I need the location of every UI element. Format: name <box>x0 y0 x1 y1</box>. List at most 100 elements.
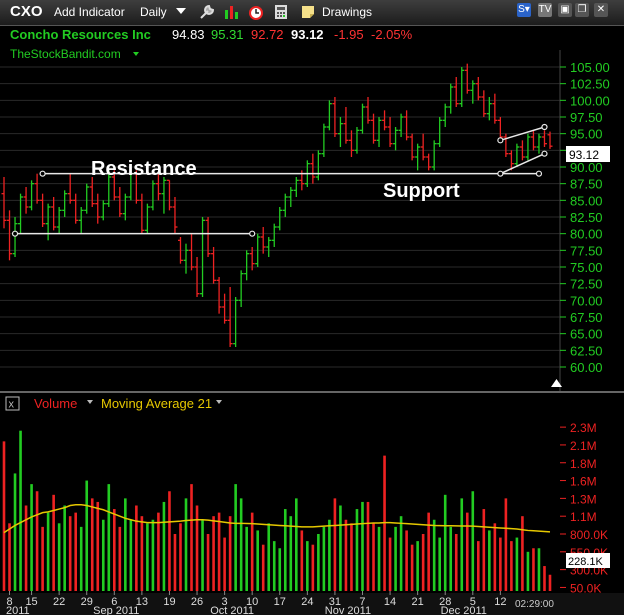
add-indicator-button[interactable]: Add Indicator <box>54 5 125 19</box>
print-icon[interactable]: ▣ <box>558 3 572 17</box>
volume-bars <box>2 430 552 591</box>
volume-bar <box>339 505 342 591</box>
volume-bar <box>101 519 105 591</box>
volume-bar <box>460 498 464 591</box>
trendline-handle <box>39 170 46 177</box>
volume-bar <box>140 516 144 591</box>
candle <box>326 100 332 131</box>
volume-bar <box>85 480 89 591</box>
drawings-button[interactable]: Drawings <box>322 5 372 19</box>
volume-bar <box>465 512 469 591</box>
price-tick-label: 77.50 <box>570 243 603 258</box>
restore-icon[interactable]: ❐ <box>575 3 589 17</box>
candle <box>56 207 62 234</box>
price-tick-label: 100.00 <box>570 93 610 108</box>
candle <box>492 93 498 124</box>
close-icon[interactable]: ✕ <box>594 3 608 17</box>
volume-bar <box>537 548 541 591</box>
candle <box>437 117 443 147</box>
ma-chevron-icon[interactable] <box>216 400 222 404</box>
volume-bar <box>157 512 160 591</box>
candle <box>387 117 393 147</box>
candle <box>62 190 68 217</box>
toolbar: CXO Add Indicator Daily Drawings S▾ TV ▣… <box>0 0 624 26</box>
volume-bar <box>13 473 17 591</box>
volume-bar <box>239 498 243 591</box>
candle <box>282 193 288 217</box>
last-volume-text: 228.1K <box>568 556 604 568</box>
candle <box>288 187 294 207</box>
candle <box>514 143 520 167</box>
volume-bar <box>515 537 519 591</box>
candle <box>183 243 189 274</box>
price-tick-label: 102.50 <box>570 77 610 92</box>
alarm-clock-icon[interactable] <box>248 4 264 20</box>
open-value: 94.83 <box>172 27 205 42</box>
volume-bar <box>184 498 188 591</box>
period-label: Nov 2011 <box>325 605 371 615</box>
time-tick-label: 14 <box>384 596 396 608</box>
volume-bar <box>521 516 524 591</box>
volume-bar <box>107 484 111 591</box>
price-tick-label: 65.00 <box>570 327 603 342</box>
candle <box>547 131 553 149</box>
volume-bar <box>377 526 381 591</box>
interval-dropdown[interactable]: Daily <box>140 5 167 19</box>
candle <box>150 180 156 211</box>
volume-bar <box>57 523 61 591</box>
candle <box>144 203 150 234</box>
time-tick-label: 24 <box>301 596 313 608</box>
candle <box>18 193 24 234</box>
volume-bar <box>350 523 353 591</box>
trendline <box>11 230 256 237</box>
volume-tick-label: 1.6M <box>570 475 597 489</box>
interval-chevron-icon[interactable] <box>176 8 186 16</box>
volume-bar <box>245 526 248 591</box>
candle <box>266 237 272 257</box>
ma-label: Moving Average 21 <box>101 396 212 411</box>
watermark-text: TheStockBandit.com <box>10 47 121 61</box>
trendline-handle <box>497 170 504 177</box>
volume-bar <box>488 530 491 591</box>
volume-bar <box>355 509 359 591</box>
volume-panel[interactable]: x Volume Moving Average 21 <box>2 396 552 591</box>
tv-badge-icon[interactable]: TV <box>538 3 552 17</box>
volume-bar <box>228 516 232 591</box>
volume-bar <box>372 523 375 591</box>
candle <box>348 130 354 157</box>
candle <box>233 297 239 347</box>
candle <box>376 117 382 147</box>
candle <box>222 293 228 324</box>
candle <box>426 153 432 171</box>
volume-bar <box>333 498 337 591</box>
trendline-handle <box>541 150 548 157</box>
volume-bar <box>74 512 77 591</box>
candle <box>420 133 426 161</box>
price-tick-label: 82.50 <box>570 210 603 225</box>
price-tick-label: 70.00 <box>570 293 603 308</box>
bar-chart-icon[interactable] <box>223 4 239 20</box>
candle <box>34 173 40 204</box>
volume-bar <box>201 519 204 591</box>
period-label: Sep 2011 <box>93 605 139 615</box>
trendline-handle <box>497 137 504 144</box>
candle <box>503 133 509 157</box>
candle <box>310 153 316 184</box>
volume-bar <box>317 534 320 591</box>
symbol-label[interactable]: CXO <box>10 3 43 20</box>
note-icon[interactable] <box>300 4 316 20</box>
price-chart[interactable]: Concho Resources Inc 94.83 95.31 92.72 9… <box>1 27 553 347</box>
calculator-icon[interactable] <box>273 4 289 20</box>
s-badge-icon[interactable]: S▾ <box>517 3 531 17</box>
volume-bar <box>272 541 276 591</box>
period-label: 2011 <box>6 605 30 615</box>
chart-canvas: Concho Resources Inc 94.83 95.31 92.72 9… <box>0 27 624 615</box>
candle <box>51 197 57 231</box>
volume-chevron-icon[interactable] <box>87 400 93 404</box>
wrench-icon[interactable] <box>199 4 215 20</box>
price-tick-label: 60.00 <box>570 360 603 375</box>
volume-bar <box>96 501 100 591</box>
period-label: Oct 2011 <box>210 605 254 615</box>
watermark-chevron-icon[interactable] <box>133 52 139 56</box>
volume-bar <box>311 544 315 591</box>
